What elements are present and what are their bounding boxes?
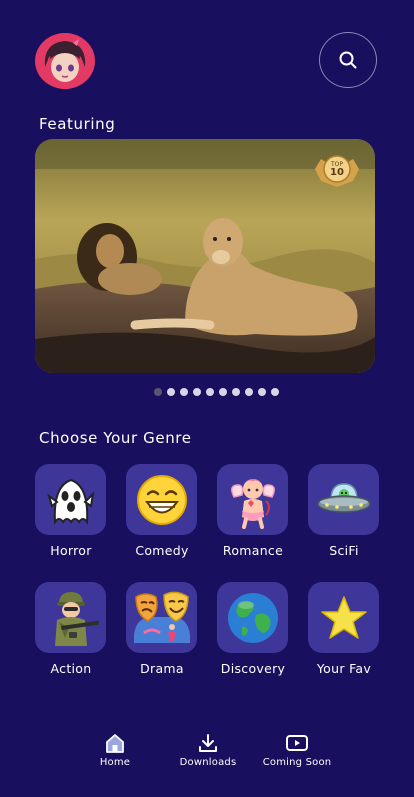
- nav-home[interactable]: Home: [98, 732, 132, 768]
- carousel-dot[interactable]: [245, 388, 253, 396]
- ufo-icon: [316, 482, 371, 513]
- genre-label: SciFi: [329, 543, 359, 558]
- genre-drama[interactable]: Drama: [126, 582, 198, 676]
- carousel-dot[interactable]: [154, 388, 162, 396]
- genre-tile-comedy[interactable]: [126, 464, 197, 535]
- badge-line2: 10: [330, 167, 344, 178]
- soldier-icon: [54, 591, 99, 646]
- featured-hero-card[interactable]: TOP 10: [35, 139, 375, 373]
- genre-label: Discovery: [220, 661, 286, 676]
- carousel-dot[interactable]: [258, 388, 266, 396]
- cupid-icon: [230, 478, 275, 529]
- genre-tile-romance[interactable]: [217, 464, 288, 535]
- genre-tile-scifi[interactable]: [308, 464, 379, 535]
- carousel-dot[interactable]: [193, 388, 201, 396]
- genre-label: Action: [50, 661, 92, 676]
- play-video-icon: [286, 735, 308, 751]
- globe-icon: [227, 592, 278, 643]
- nav-downloads[interactable]: Downloads: [176, 732, 240, 768]
- genre-tile-horror[interactable]: [35, 464, 106, 535]
- genre-label: Comedy: [135, 543, 189, 558]
- genre-discovery[interactable]: Discovery: [217, 582, 289, 676]
- theater-masks-icon: [133, 591, 190, 643]
- genre-horror[interactable]: Horror: [35, 464, 107, 558]
- genre-tile-action[interactable]: [35, 582, 106, 653]
- nav-downloads-label: Downloads: [179, 757, 237, 768]
- genre-label: Drama: [140, 661, 184, 676]
- nav-coming-soon-label: Coming Soon: [262, 757, 332, 768]
- featuring-title: Featuring: [39, 115, 116, 133]
- carousel-dots: [154, 388, 279, 396]
- search-icon: [339, 51, 357, 69]
- download-icon: [199, 734, 217, 752]
- ghost-icon: [46, 478, 94, 525]
- genre-comedy[interactable]: Comedy: [126, 464, 198, 558]
- featured-lions-image: TOP 10: [35, 139, 375, 373]
- search-button[interactable]: [319, 32, 377, 88]
- genre-action[interactable]: Action: [35, 582, 107, 676]
- carousel-dot[interactable]: [232, 388, 240, 396]
- avatar-anime-girl-icon: [37, 33, 93, 89]
- carousel-dot[interactable]: [206, 388, 214, 396]
- genre-label: Horror: [50, 543, 92, 558]
- star-icon: [320, 595, 367, 639]
- carousel-dot[interactable]: [167, 388, 175, 396]
- genre-title: Choose Your Genre: [39, 429, 192, 447]
- carousel-dot[interactable]: [271, 388, 279, 396]
- carousel-dot[interactable]: [180, 388, 188, 396]
- avatar[interactable]: [35, 33, 95, 89]
- laughing-face-icon: [136, 474, 187, 525]
- nav-coming-soon[interactable]: Coming Soon: [258, 732, 336, 768]
- nav-home-label: Home: [99, 757, 131, 768]
- genre-your-fav[interactable]: Your Fav: [308, 582, 380, 676]
- carousel-dot[interactable]: [219, 388, 227, 396]
- genre-label: Your Fav: [316, 661, 372, 676]
- genre-tile-your-fav[interactable]: [308, 582, 379, 653]
- bottom-nav: Home Downloads Coming Soon: [0, 720, 414, 797]
- home-icon: [106, 734, 124, 753]
- genre-label: Romance: [222, 543, 284, 558]
- genre-romance[interactable]: Romance: [217, 464, 289, 558]
- genre-tile-drama[interactable]: [126, 582, 197, 653]
- genre-scifi[interactable]: SciFi: [308, 464, 380, 558]
- genre-tile-discovery[interactable]: [217, 582, 288, 653]
